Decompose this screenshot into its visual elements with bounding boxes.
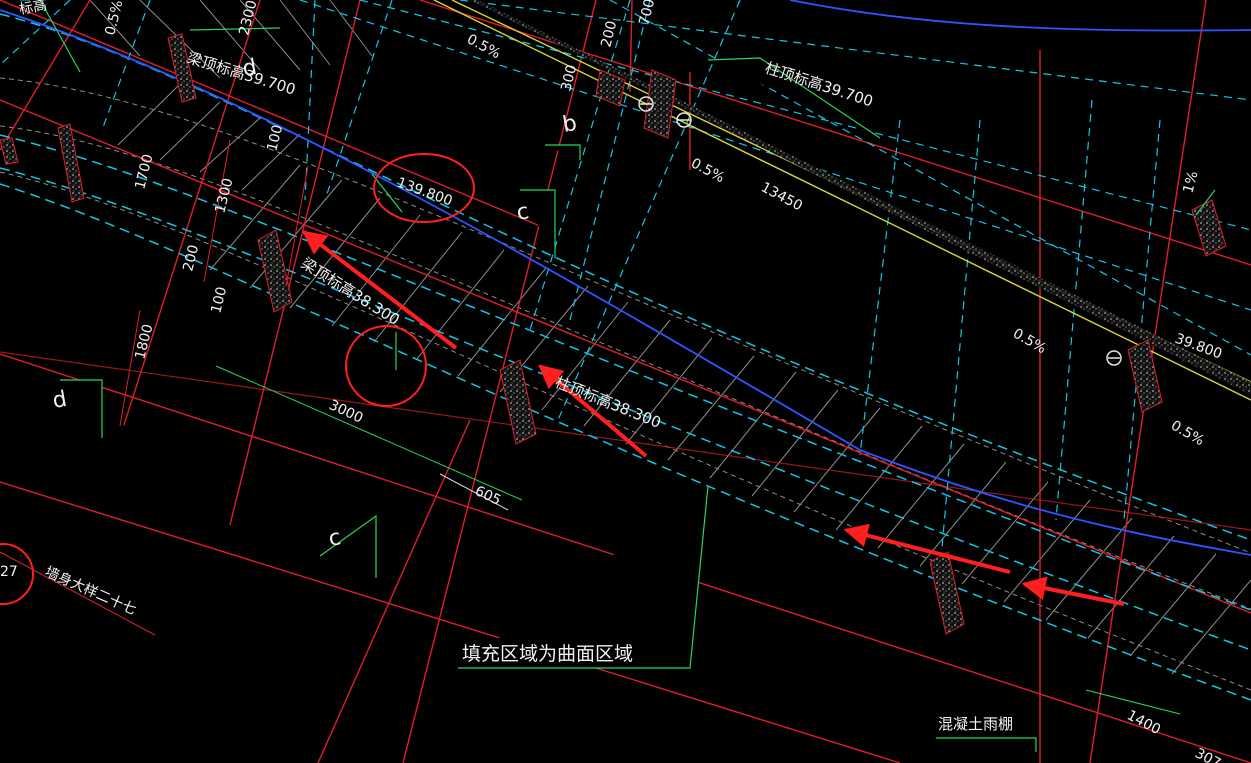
dimension-200-left: 200 (180, 243, 202, 273)
section-symbols (638, 96, 1122, 366)
slope-label-2: 0.5% (688, 155, 727, 186)
dimension-100-top: 100 (264, 123, 286, 153)
red-callout-arrows (302, 230, 1125, 606)
cad-drawing[interactable]: 梁顶标高39.700 柱顶标高39.700 梁顶标高38.300 柱顶标高38.… (0, 0, 1251, 763)
dimension-307: 307 (1192, 745, 1223, 763)
cad-drawing-canvas[interactable]: 梁顶标高39.700 柱顶标高39.700 梁顶标高38.300 柱顶标高38.… (0, 0, 1251, 763)
dimension-300: 300 (558, 63, 580, 93)
slope-label-4: 0.5% (1168, 418, 1207, 450)
green-leader-lines (39, 0, 1216, 752)
circled-elevation-label: 139.800 (395, 175, 455, 210)
slope-label-5: 1% (1180, 169, 1201, 195)
grid-label-c-bottom: c (327, 525, 343, 552)
grid-label-d-top: d (241, 55, 259, 82)
dimension-13450: 13450 (758, 179, 805, 214)
wall-detail-label: 墙身大样二十七 (42, 564, 138, 618)
grid-label-d-left: d (51, 387, 69, 414)
dimension-2300: 2300 (236, 0, 260, 37)
fill-area-note: 填充区域为曲面区域 (462, 643, 633, 665)
grid-label-b: b (561, 111, 579, 138)
yellow-beam-band (433, 0, 1251, 401)
column-blocks (0, 33, 1227, 635)
detail-number: 27 (0, 564, 18, 580)
dimension-1700: 1700 (132, 153, 156, 191)
red-callout-circles (0, 153, 475, 605)
dimension-1400: 1400 (1124, 707, 1163, 738)
slope-label-3: 0.5% (1010, 326, 1049, 358)
top-left-partial-label: 标高 (18, 0, 49, 18)
concrete-canopy-label: 混凝土雨棚 (938, 715, 1013, 733)
slope-label-top-left: 0.5% (102, 0, 126, 37)
dimension-1800: 1800 (132, 323, 156, 361)
dimension-100-left: 100 (208, 285, 230, 315)
dimension-700: 700 (636, 0, 658, 27)
